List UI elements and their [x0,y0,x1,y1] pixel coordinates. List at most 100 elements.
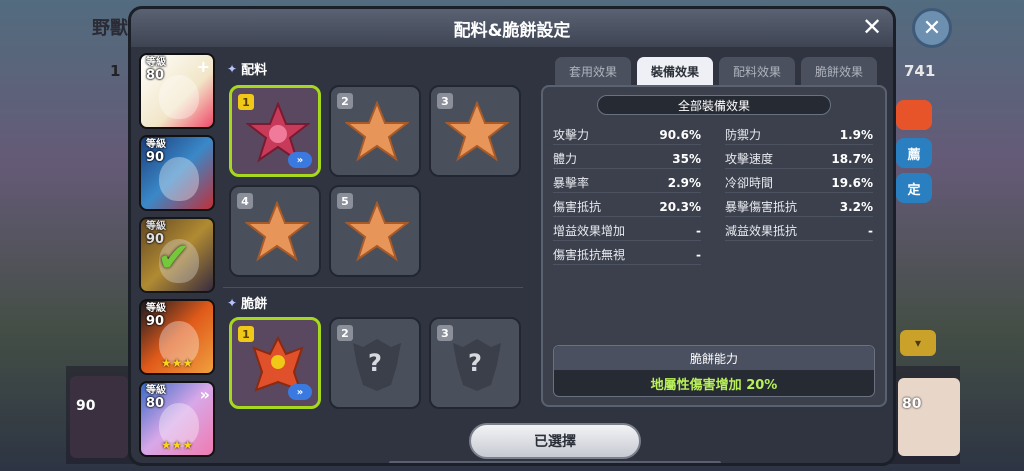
cookie-portrait [159,157,199,201]
stat-name: 暴擊率 [553,176,590,190]
stat-row: 體力 35% [553,149,701,169]
tart-label: 脆餅 [241,297,268,312]
stat-value: 18.7% [831,151,873,166]
equipment-slots: ✦ 配料 1 » 2 3 4 5 ✦ 脆餅 1 » ? 2 ? 3 [223,51,529,421]
stat-name: 減益效果抵抗 [725,224,798,238]
slot-number: 3 [437,93,453,109]
background-recommend-button: 薦 [896,138,932,168]
tab-topping-effects[interactable]: 配料效果 [719,57,795,85]
background-right-num: 741 [904,62,936,80]
stat-name: 攻擊速度 [725,152,774,166]
level-label: 等級 [146,57,166,68]
stat-row: 傷害抵抗無視 - [553,245,701,265]
background-cookie-card-left: 90 [70,376,128,458]
empty-topping-icon [345,201,409,262]
stat-row: 增益效果增加 - [553,221,701,241]
background-cookie-card-right: 80 [898,378,960,456]
plus-icon: + [196,57,210,76]
stat-name: 暴擊傷害抵抗 [725,200,798,214]
stat-name: 增益效果增加 [553,224,626,238]
effect-tabs: 套用效果 裝備效果 配料效果 脆餅效果 [555,57,877,85]
stat-value: - [696,247,701,262]
tart-ability-box: 脆餅能力 地屬性傷害增加 20% [553,345,875,397]
stat-name: 防禦力 [725,128,762,142]
stats-panel: 全部裝備效果 攻擊力 90.6% 體力 35% 暴擊率 2.9% 傷害抵抗 20… [541,85,887,407]
promote-icon: » [199,385,210,404]
cookie-card[interactable]: 等級 90 [139,135,215,211]
stat-value: 1.9% [839,127,873,142]
upgrade-arrow-icon[interactable]: » [288,384,312,400]
stat-name: 傷害抵抗無視 [553,248,626,262]
stat-value: 20.3% [659,199,701,214]
slot-number: 4 [237,193,253,209]
topping-slot-2[interactable]: 2 [329,85,421,177]
stat-value: - [696,223,701,238]
stat-value: 3.2% [839,199,873,214]
upgrade-arrow-icon[interactable]: » [288,152,312,168]
tart-ability-desc: 地屬性傷害增加 20% [650,377,778,393]
slot-number: 2 [337,325,353,341]
tart-slot-2[interactable]: ? 2 [329,317,421,409]
level-value: 90 [146,150,165,165]
topping-slot-4[interactable]: 4 [229,185,321,277]
selected-button[interactable]: 已選擇 [469,423,641,459]
stat-row: 暴擊率 2.9% [553,173,701,193]
stat-row: 冷卻時間 19.6% [725,173,873,193]
close-icon[interactable]: ✕ [859,13,885,41]
background-set-button: 定 [896,173,932,203]
star-rating: ★★★ [160,356,194,370]
dialog-title: 配料&脆餅設定 [453,20,571,41]
dialog-header: 配料&脆餅設定 ✕ [131,9,893,47]
stats-header: 全部裝備效果 [597,95,831,115]
stat-value: 35% [672,151,701,166]
toppings-section-label: ✦ 配料 [227,59,268,79]
star-rating: ★★★ [160,438,194,452]
level-label: 等級 [146,221,166,232]
tab-applied-effects[interactable]: 套用效果 [555,57,631,85]
tart-slot-1[interactable]: 1 » [229,317,321,409]
background-title: 野獸 [92,18,128,39]
level-label: 等級 [146,139,166,150]
background-close-icon[interactable]: ✕ [912,8,952,48]
stat-row: 減益效果抵抗 - [725,221,873,241]
slot-number: 1 [238,94,254,110]
slot-number: 3 [437,325,453,341]
tab-equipment-effects[interactable]: 裝備效果 [637,57,713,85]
level-value: 80 [146,396,165,411]
cookie-card[interactable]: 等級 80 + [139,53,215,129]
stat-value: 2.9% [667,175,701,190]
stat-row: 防禦力 1.9% [725,125,873,145]
cookie-card[interactable]: 等級 90 ★★★ [139,299,215,375]
section-divider [223,287,523,288]
stat-row: 攻擊力 90.6% [553,125,701,145]
toppings-label: 配料 [241,63,268,78]
slot-number: 2 [337,93,353,109]
cookie-card-selected[interactable]: 等級 90 ✔ [139,217,215,293]
cookie-card[interactable]: 等級 80 » ★★★ [139,381,215,457]
stat-value: - [868,223,873,238]
cookie-portrait [159,75,199,119]
level-label: 等級 [146,385,166,396]
empty-topping-icon [245,201,309,262]
cookie-list: 等級 80 + 等級 90 等級 90 ✔ 等級 90 ★★★ 等級 80 » … [137,51,217,463]
stat-row: 暴擊傷害抵抗 3.2% [725,197,873,217]
checkmark-icon: ✔ [157,235,191,281]
tab-tart-effects[interactable]: 脆餅效果 [801,57,877,85]
sparkle-icon: ✦ [227,61,238,76]
tart-ability-title: 脆餅能力 [554,346,874,370]
level-label: 等級 [146,303,166,314]
tart-slot-3[interactable]: ? 3 [429,317,521,409]
background-orange-button [896,100,932,130]
topping-slot-5[interactable]: 5 [329,185,421,277]
background-left-num: 1 [110,62,121,80]
topping-slot-1[interactable]: 1 » [229,85,321,177]
stat-name: 體力 [553,152,578,166]
topping-slot-3[interactable]: 3 [429,85,521,177]
empty-topping-icon [345,101,409,162]
scrollbar[interactable] [389,461,721,463]
stat-row: 傷害抵抗 20.3% [553,197,701,217]
stat-row: 攻擊速度 18.7% [725,149,873,169]
stat-value: 90.6% [659,127,701,142]
background-dropdown: ▾ [900,330,936,356]
tart-section-label: ✦ 脆餅 [227,293,268,313]
